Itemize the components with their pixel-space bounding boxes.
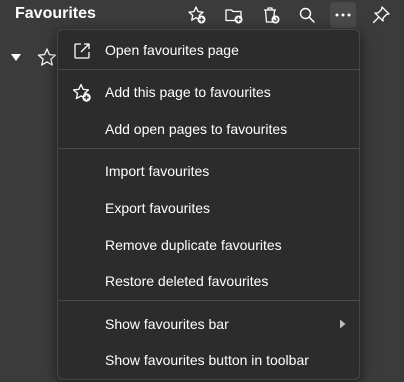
expand-caret-icon[interactable] [10,53,22,62]
add-folder-icon [225,9,243,24]
open-external-icon [74,43,90,59]
panel-title: Favourites [15,5,96,22]
menu-item-add-open-pages[interactable]: Add open pages to favourites [58,112,359,146]
star-add-icon [72,83,91,102]
menu-item-label: Open favourites page [105,42,239,58]
more-options-icon [335,13,351,17]
deleted-favourites-button[interactable] [258,2,284,28]
menu-item-export-favourites[interactable]: Export favourites [58,191,359,225]
menu-separator [58,69,359,70]
menu-item-show-favourites-button[interactable]: Show favourites button in toolbar [58,343,359,377]
menu-item-label: Show favourites button in toolbar [105,352,309,368]
menu-item-add-this-page[interactable]: Add this page to favourites [58,75,359,109]
add-favourite-icon [188,6,206,24]
menu-item-label: Import favourites [105,163,210,179]
more-options-menu: Open favourites page Add this page to fa… [57,29,360,380]
menu-item-import-favourites[interactable]: Import favourites [58,154,359,188]
more-options-button[interactable] [330,2,356,28]
star-icon [37,48,57,66]
menu-item-label: Add this page to favourites [105,84,271,100]
menu-item-restore-deleted[interactable]: Restore deleted favourites [58,264,359,298]
menu-item-label: Show favourites bar [105,316,229,332]
menu-item-label: Restore deleted favourites [105,273,269,289]
search-button[interactable] [294,2,320,28]
menu-item-show-favourites-bar[interactable]: Show favourites bar [58,307,359,341]
favourites-tree-root[interactable] [0,44,60,72]
menu-item-label: Export favourites [105,200,211,216]
delete-icon [264,7,280,24]
favourites-header: Favourites [0,0,404,30]
menu-item-remove-duplicates[interactable]: Remove duplicate favourites [58,228,359,262]
menu-item-open-favourites-page[interactable]: Open favourites page [58,33,359,67]
pin-icon [372,6,390,24]
menu-item-label: Add open pages to favourites [105,121,288,137]
menu-separator [58,148,359,149]
add-folder-button[interactable] [221,2,247,28]
menu-item-label: Remove duplicate favourites [105,237,282,253]
add-favourite-button[interactable] [184,2,210,28]
pin-button[interactable] [368,2,394,28]
menu-separator [58,300,359,301]
chevron-right-icon [340,319,346,329]
search-icon [299,7,315,23]
